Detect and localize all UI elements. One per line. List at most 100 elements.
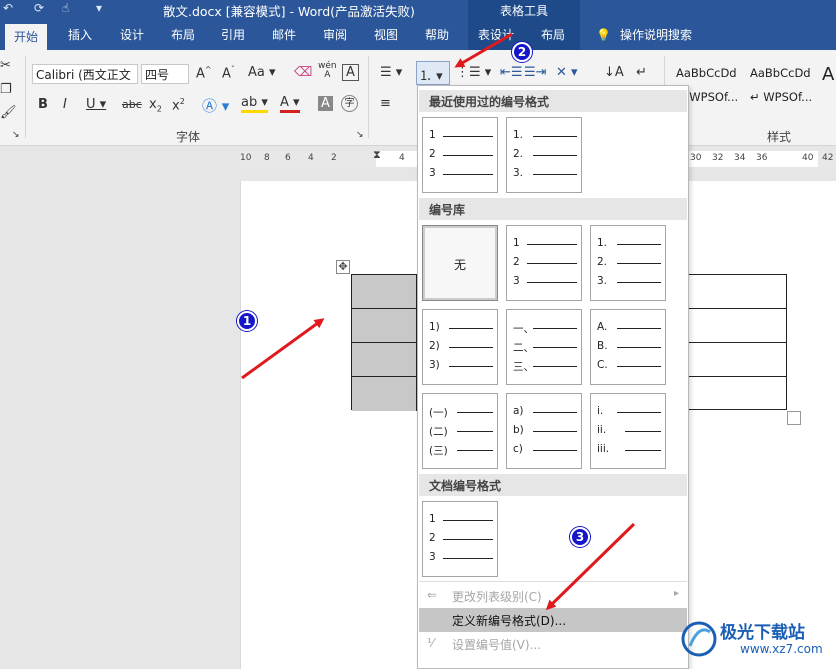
selected-cell[interactable] (352, 343, 417, 376)
style-name-text: WPSOf... (689, 90, 739, 104)
show-marks-icon[interactable]: ↵ (636, 65, 647, 80)
selected-cell[interactable] (352, 275, 417, 308)
tab-design[interactable]: 设计 (120, 20, 144, 50)
font-size-value: 四号 (145, 68, 170, 82)
format-text-line (533, 347, 577, 348)
clear-formatting-icon[interactable]: ⌫ (294, 65, 312, 80)
tab-help[interactable]: 帮助 (425, 20, 449, 50)
tab-home[interactable]: 开始 (5, 24, 48, 50)
format-number-label: 三、 (513, 361, 534, 373)
ruler-tick: 4 (399, 153, 405, 163)
decrease-indent-icon[interactable]: ⇤☰ (500, 65, 523, 80)
bullets-icon[interactable]: ☰ ▾ (380, 65, 402, 80)
library-header: 编号库 (419, 198, 687, 220)
format-number-label: 3 (429, 551, 436, 563)
tab-layout[interactable]: 布局 (171, 20, 195, 50)
define-new-number-format-item[interactable]: 定义新编号格式(D)... (419, 608, 687, 632)
touch-mode-icon[interactable]: ☝ (62, 1, 69, 15)
font-size-combo[interactable]: 四号 (141, 64, 189, 84)
text-effects-icon[interactable]: Ⓐ ▾ (202, 95, 229, 116)
underline-icon[interactable]: U ▾ (86, 97, 106, 112)
shrink-font-icon[interactable]: Aˇ (222, 65, 235, 81)
tab-review[interactable]: 审阅 (323, 20, 347, 50)
style-preview-2[interactable]: AaBbCcDd ↵ WPSOf... (750, 66, 822, 112)
redo-icon[interactable]: ⟳ (34, 1, 44, 15)
watermark-title: 极光下载站 (720, 623, 805, 643)
highlight-color-icon[interactable]: ab ▾ (241, 95, 268, 113)
format-line: 3) (429, 359, 493, 373)
numbering-format-chinese[interactable]: 一、 二、 三、 (506, 309, 582, 385)
format-number-label: 3 (513, 275, 520, 287)
numbering-format-document-1[interactable]: 1 2 3 (422, 501, 498, 577)
character-border-icon[interactable]: A (342, 64, 359, 81)
style-preview-3[interactable]: A (822, 64, 836, 110)
numbering-format-lower-roman[interactable]: i. ii. iii. (590, 393, 666, 469)
format-painter-icon[interactable]: 🖌 (0, 105, 17, 120)
table-resize-handle[interactable] (787, 411, 801, 425)
format-text-line (533, 174, 577, 175)
tab-table-design[interactable]: 表设计 (478, 20, 514, 50)
format-line: 3 (429, 167, 493, 181)
ribbon-tab-bar: 开始 插入 设计 布局 引用 邮件 审阅 视图 帮助 表设计 布局 💡 操作说明… (0, 20, 836, 50)
bold-icon[interactable]: B (38, 97, 48, 112)
format-text-line (625, 431, 661, 432)
format-text-line (617, 282, 661, 283)
format-text-line (449, 366, 493, 367)
lightbulb-icon: 💡 (596, 28, 611, 42)
clipboard-launcher-icon[interactable]: ↘ (12, 130, 20, 140)
font-color-icon[interactable]: A ▾ (280, 95, 300, 113)
table-move-handle-icon[interactable]: ✥ (336, 260, 350, 274)
format-number-label: B. (597, 340, 608, 352)
set-numbering-value-item[interactable]: ⅟ 设置编号值(V)... (419, 632, 687, 656)
numbering-button[interactable]: ⒈ ▾ (416, 61, 450, 85)
tab-references[interactable]: 引用 (221, 20, 245, 50)
numbering-format-recent-2[interactable]: 1. 2. 3. (506, 117, 582, 193)
grow-font-icon[interactable]: A^ (196, 65, 212, 81)
sort-icon[interactable]: ↓A (604, 65, 624, 80)
numbering-format-recent-1[interactable]: 1 2 3 (422, 117, 498, 193)
strikethrough-icon[interactable]: abc (122, 98, 142, 111)
numbering-format-arabic-paren[interactable]: 1) 2) 3) (422, 309, 498, 385)
change-case-icon[interactable]: Aa ▾ (248, 65, 276, 80)
chinese-layout-icon[interactable]: ✕ ▾ (556, 65, 578, 80)
numbering-format-arabic[interactable]: 1 2 3 (506, 225, 582, 301)
italic-icon[interactable]: I (63, 97, 67, 112)
numbering-format-chinese-paren[interactable]: (一) (二) (三) (422, 393, 498, 469)
numbering-format-lower-alpha[interactable]: a) b) c) (506, 393, 582, 469)
format-line: 2 (513, 256, 577, 270)
font-name-combo[interactable]: Calibri (西文正文 (32, 64, 138, 84)
format-line: 3. (513, 167, 577, 181)
font-dialog-launcher-icon[interactable]: ↘ (356, 130, 364, 140)
multilevel-list-icon[interactable]: ⋮☰ ▾ (456, 65, 491, 80)
cut-icon[interactable]: ✂ (0, 58, 11, 73)
format-line: 2 (429, 148, 493, 162)
tab-mailings[interactable]: 邮件 (272, 20, 296, 50)
superscript-icon[interactable]: x2 (172, 97, 185, 113)
define-new-format-label: 定义新编号格式(D)... (452, 614, 567, 628)
style-name-text: WPSOf... (763, 90, 813, 104)
subscript-icon[interactable]: x2 (149, 97, 162, 114)
selected-cell[interactable] (352, 377, 417, 411)
tab-table-layout[interactable]: 布局 (541, 20, 565, 50)
numbering-format-none[interactable]: 无 (422, 225, 498, 301)
tab-insert[interactable]: 插入 (68, 20, 92, 50)
numbering-dropdown: 最近使用过的编号格式 1 2 3 1. 2. 3. 编号库 无 1 2 3 1. 2. 3. 1… (417, 85, 689, 669)
change-list-level-item[interactable]: ⇐ 更改列表级别(C) ▸ (419, 584, 687, 608)
undo-icon[interactable]: ↶ (3, 1, 13, 15)
phonetic-guide-icon[interactable]: wén A (318, 62, 337, 80)
selected-cell[interactable] (352, 309, 417, 342)
tell-me-search[interactable]: 操作说明搜索 (620, 20, 692, 50)
copy-icon[interactable]: ❐ (0, 82, 12, 97)
indent-marker-icon[interactable]: ⧗ (373, 148, 381, 162)
character-shading-icon[interactable]: A (318, 96, 333, 111)
ruler-tick: 6 (285, 153, 291, 163)
enclose-characters-icon[interactable]: 字 (341, 95, 358, 112)
qat-customize-icon[interactable]: ▾ (96, 1, 102, 15)
numbering-format-arabic-dot[interactable]: 1. 2. 3. (590, 225, 666, 301)
increase-indent-icon[interactable]: ☰⇥ (524, 65, 547, 80)
numbering-format-upper-alpha[interactable]: A. B. C. (590, 309, 666, 385)
tab-view[interactable]: 视图 (374, 20, 398, 50)
table-tools-label: 表格工具 (468, 0, 580, 20)
style-name: ↵ WPSOf... (750, 90, 813, 104)
align-left-icon[interactable]: ≡ (380, 96, 391, 111)
